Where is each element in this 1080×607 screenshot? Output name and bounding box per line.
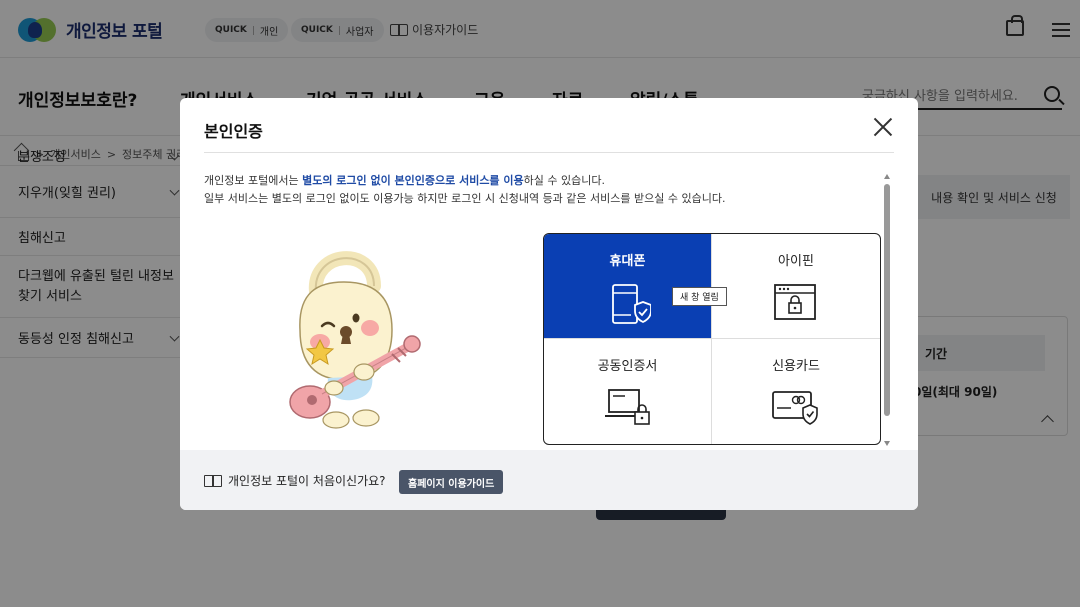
new-window-tooltip: 새 창 열림	[672, 287, 727, 306]
modal-scrollbar[interactable]	[883, 174, 892, 446]
divider	[204, 152, 894, 153]
auth-option-label: 공동인증서	[597, 359, 658, 374]
modal-title: 본인인증	[204, 122, 263, 141]
modal-description: 개인정보 포털에서는 별도의 로그인 없이 본인인증으로 서비스를 이용하실 수…	[204, 174, 726, 205]
credit-card-icon	[772, 391, 818, 425]
auth-option-mobile[interactable]: 휴대폰 새 창 열림	[544, 234, 727, 339]
auth-option-ipin[interactable]: 아이핀	[712, 234, 880, 339]
auth-option-credit-card[interactable]: 신용카드	[712, 339, 880, 444]
close-icon[interactable]	[872, 116, 894, 138]
auth-option-label: 아이핀	[778, 254, 814, 269]
scroll-up-arrow-icon[interactable]	[884, 174, 890, 179]
auth-method-grid: 휴대폰 새 창 열림 아이핀 공동인증서 신용카드	[543, 233, 881, 445]
auth-modal: 본인인증 개인정보 포털에서는 별도의 로그인 없이 본인인증으로 서비스를 이…	[180, 98, 918, 510]
auth-option-certificate[interactable]: 공동인증서	[544, 339, 712, 444]
scrollbar-thumb[interactable]	[884, 184, 890, 416]
highlight-text: 별도의 로그인 없이 본인인증으로 서비스를 이용	[302, 174, 524, 187]
scroll-down-arrow-icon[interactable]	[884, 441, 890, 446]
modal-footer: 개인정보 포털이 처음이신가요? 홈페이지 이용가이드	[180, 450, 918, 510]
lock-mascot-illustration	[289, 251, 421, 429]
book-icon	[204, 475, 222, 487]
auth-option-label: 신용카드	[772, 359, 820, 374]
mobile-phone-icon	[611, 284, 651, 324]
auth-option-label: 휴대폰	[609, 254, 646, 269]
homepage-guide-button[interactable]: 홈페이지 이용가이드	[399, 470, 504, 494]
footer-text: 개인정보 포털이 처음이신가요?	[228, 474, 386, 488]
certificate-laptop-icon	[604, 389, 650, 425]
ipin-browser-lock-icon	[774, 284, 816, 320]
